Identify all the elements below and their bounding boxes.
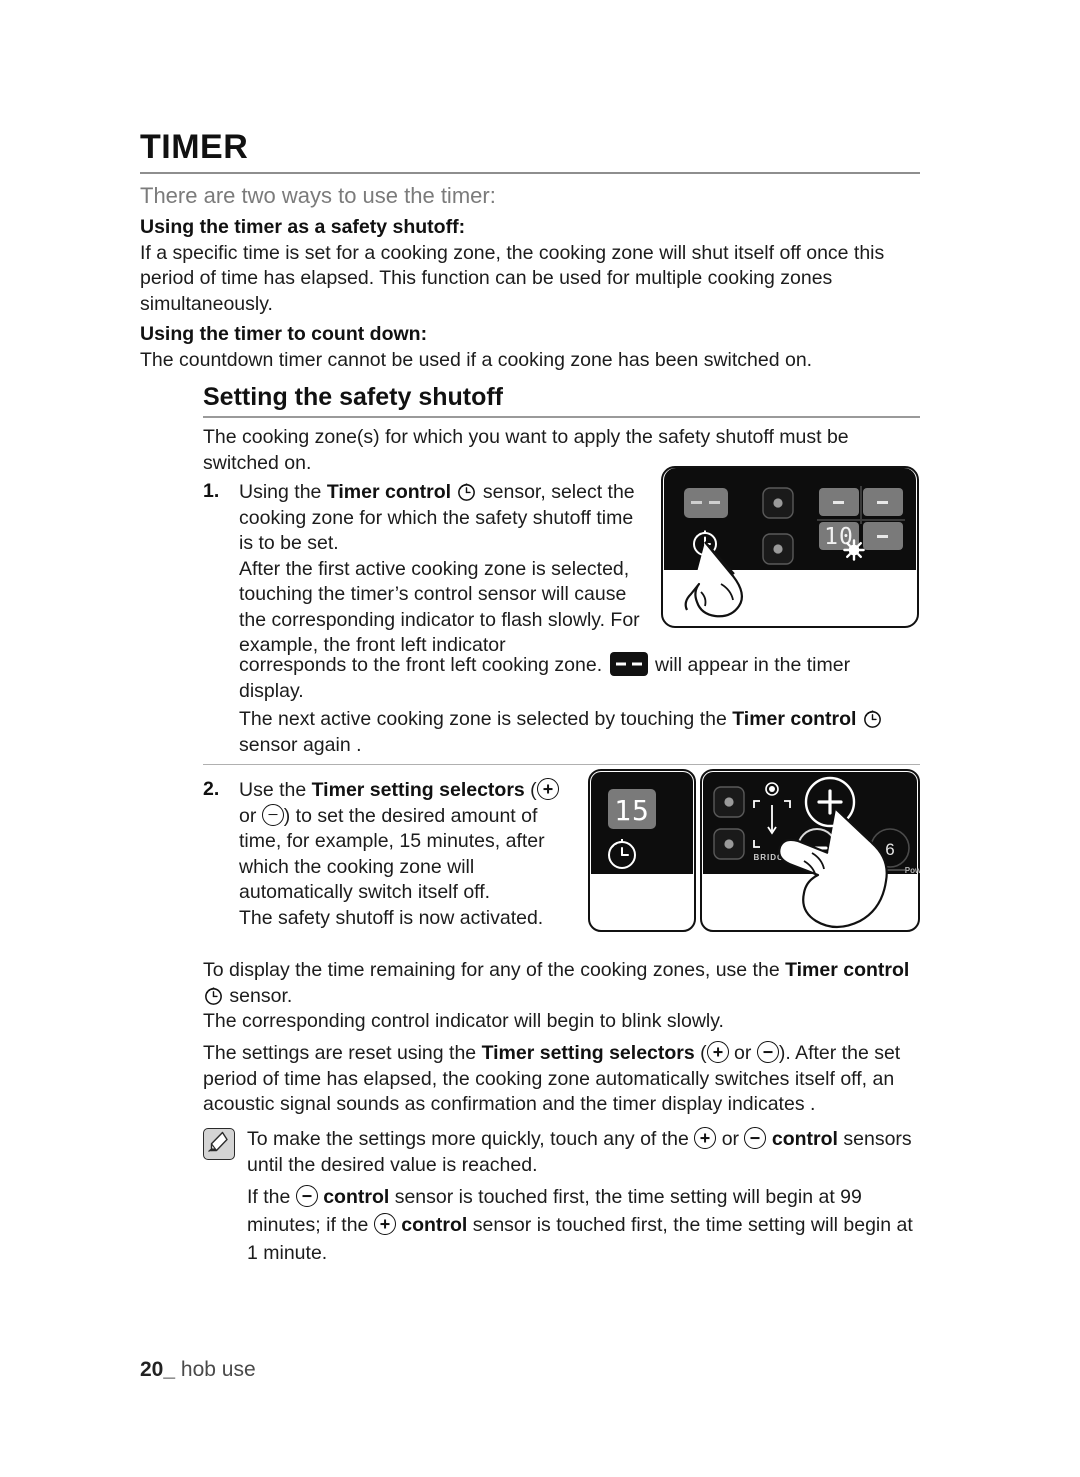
hob-plus-minus-panel: BRIDGE 6 Pow bbox=[700, 769, 920, 932]
step1-part-g: sensor again . bbox=[239, 733, 362, 756]
closing-bold-timer-control: Timer control bbox=[785, 959, 910, 981]
plus-icon bbox=[536, 778, 559, 800]
plus-icon bbox=[694, 1127, 717, 1149]
safety-shutoff-block: Using the timer as a safety shutoff: If … bbox=[140, 215, 930, 317]
section-title: Setting the safety shutoff bbox=[203, 383, 504, 411]
safety-shutoff-body: If a specific time is set for a cooking … bbox=[140, 241, 885, 315]
hob-timer-select-panel: 10 bbox=[661, 466, 919, 628]
footer-page-number: 20 bbox=[140, 1358, 164, 1381]
closing-reset-settings: The settings are reset using the Timer s… bbox=[203, 1041, 921, 1118]
minus-icon bbox=[261, 803, 284, 826]
power-level-value: 6 bbox=[885, 840, 894, 859]
manual-page: TIMER There are two ways to use the time… bbox=[0, 0, 1080, 1477]
step-1-continued: corresponds to the front left cooking zo… bbox=[239, 652, 919, 704]
closing-bold-selectors: Timer setting selectors bbox=[481, 1042, 695, 1064]
step1-part-a: Using the bbox=[239, 481, 327, 503]
step1-bold-timer-control: Timer control bbox=[326, 481, 452, 503]
note-text-1: To make the settings more quickly, touch… bbox=[247, 1127, 919, 1178]
note-bold-control-b: control bbox=[401, 1214, 468, 1236]
closing-line1-a: To display the time remaining for any of… bbox=[203, 959, 786, 981]
step2-bold-selectors: Timer setting selectors bbox=[311, 779, 525, 801]
step1-bold-timer-control-2: Timer control bbox=[732, 708, 857, 730]
clock-icon bbox=[456, 481, 477, 502]
step2-part-c: or bbox=[239, 804, 262, 827]
safety-shutoff-heading: Using the timer as a safety shutoff: bbox=[140, 216, 466, 238]
step-2-number: 2. bbox=[203, 778, 220, 800]
step2-part-d: ) to set the desired amount of time, for… bbox=[239, 804, 545, 904]
step2-part-a: Use the bbox=[239, 779, 312, 801]
intro-text: There are two ways to use the timer: bbox=[140, 183, 496, 208]
plus-icon bbox=[706, 1041, 729, 1063]
closing-display-time: To display the time remaining for any of… bbox=[203, 958, 921, 1035]
closing-line3-c: or bbox=[728, 1042, 757, 1064]
note-bold-control-a: control bbox=[323, 1186, 390, 1208]
count-down-heading: Using the timer to count down: bbox=[140, 323, 428, 345]
section-divider bbox=[203, 416, 920, 418]
note-line1-b: or bbox=[716, 1128, 745, 1150]
step1-part-c: After the first active cooking zone is s… bbox=[239, 557, 640, 657]
step1-part-d: corresponds to the front left cooking zo… bbox=[239, 654, 608, 676]
starburst-icon bbox=[843, 539, 865, 561]
note-bold-control: control bbox=[771, 1128, 838, 1150]
step-1-number: 1. bbox=[203, 480, 220, 502]
note-line1-a: To make the settings more quickly, touch… bbox=[247, 1128, 695, 1150]
closing-line1-b: sensor. bbox=[224, 984, 293, 1007]
closing-line3-a: The settings are reset using the bbox=[203, 1042, 482, 1064]
power-label: Pow bbox=[905, 866, 920, 875]
timer-dashes-chip bbox=[609, 652, 648, 676]
clock-icon bbox=[203, 985, 224, 1006]
count-down-block: Using the timer to count down: The count… bbox=[140, 322, 930, 373]
step2-part-e: The safety shutoff is now activated. bbox=[239, 906, 544, 929]
closing-line2: The corresponding control indicator will… bbox=[203, 1010, 724, 1032]
hob-timer-15-panel: 15 bbox=[588, 769, 696, 932]
step2-divider bbox=[203, 764, 920, 765]
plus-icon bbox=[373, 1213, 396, 1235]
clock-icon bbox=[862, 708, 883, 729]
note-pen-icon bbox=[203, 1128, 235, 1160]
step-1-text: Using the Timer control sensor, select t… bbox=[239, 480, 651, 659]
step1-part-f: The next active cooking zone is selected… bbox=[239, 708, 733, 730]
closing-line3-b: ( bbox=[694, 1042, 707, 1064]
count-down-body: The countdown timer cannot be used if a … bbox=[140, 348, 813, 371]
step2-part-b: ( bbox=[524, 779, 537, 801]
minus-icon bbox=[756, 1041, 779, 1063]
page-footer: 20_ hob use bbox=[140, 1358, 256, 1382]
minus-icon bbox=[744, 1127, 767, 1149]
timer-display-15: 15 bbox=[614, 794, 650, 827]
step-2-text: Use the Timer setting selectors ( or ) t… bbox=[239, 778, 579, 931]
note-line2-a: If the bbox=[247, 1186, 296, 1208]
minus-icon bbox=[295, 1185, 318, 1207]
page-title: TIMER bbox=[140, 128, 249, 166]
footer-section: hob use bbox=[180, 1358, 256, 1381]
note-text-2: If the control sensor is touched first, … bbox=[247, 1183, 919, 1267]
title-divider bbox=[140, 172, 920, 174]
step-1-next-zone: The next active cooking zone is selected… bbox=[239, 707, 919, 758]
footer-underscore: _ bbox=[163, 1358, 176, 1381]
